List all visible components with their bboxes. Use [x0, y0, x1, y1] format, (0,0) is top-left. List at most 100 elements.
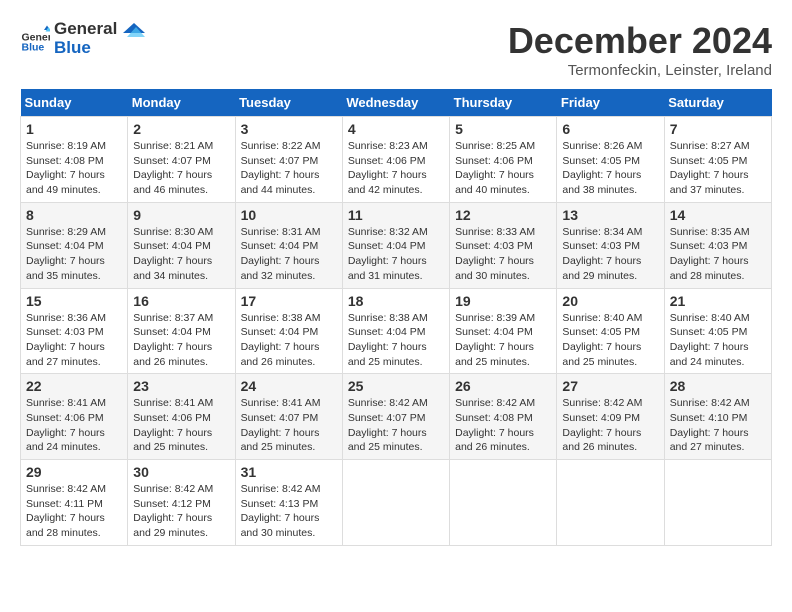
day-number: 11 — [348, 207, 444, 223]
calendar-cell: 17Sunrise: 8:38 AMSunset: 4:04 PMDayligh… — [235, 288, 342, 374]
header-sunday: Sunday — [21, 89, 128, 117]
day-info: Sunrise: 8:25 AMSunset: 4:06 PMDaylight:… — [455, 139, 551, 198]
logo: General Blue General Blue — [20, 20, 145, 57]
day-info: Sunrise: 8:31 AMSunset: 4:04 PMDaylight:… — [241, 225, 337, 284]
day-info: Sunrise: 8:38 AMSunset: 4:04 PMDaylight:… — [348, 311, 444, 370]
day-info: Sunrise: 8:42 AMSunset: 4:13 PMDaylight:… — [241, 482, 337, 541]
day-info: Sunrise: 8:40 AMSunset: 4:05 PMDaylight:… — [670, 311, 766, 370]
calendar-cell: 25Sunrise: 8:42 AMSunset: 4:07 PMDayligh… — [342, 374, 449, 460]
day-info: Sunrise: 8:41 AMSunset: 4:07 PMDaylight:… — [241, 396, 337, 455]
day-info: Sunrise: 8:38 AMSunset: 4:04 PMDaylight:… — [241, 311, 337, 370]
calendar-cell: 19Sunrise: 8:39 AMSunset: 4:04 PMDayligh… — [450, 288, 557, 374]
calendar-cell: 6Sunrise: 8:26 AMSunset: 4:05 PMDaylight… — [557, 117, 664, 203]
page-container: General Blue General Blue December 2024 … — [20, 20, 772, 546]
day-number: 26 — [455, 378, 551, 394]
logo-arrow-icon — [123, 23, 145, 45]
calendar-cell: 12 Sunrise: 8:33 AMSunset: 4:03 PMDayligh… — [450, 202, 557, 288]
day-info: Sunrise: 8:22 AMSunset: 4:07 PMDaylight:… — [241, 139, 337, 198]
day-info: Sunrise: 8:42 AMSunset: 4:09 PMDaylight:… — [562, 396, 658, 455]
day-number: 20 — [562, 293, 658, 309]
calendar-cell: 27 Sunrise: 8:42 AMSunset: 4:09 PMDayligh… — [557, 374, 664, 460]
day-number: 14 — [670, 207, 766, 223]
day-number: 7 — [670, 121, 766, 137]
calendar-week-4: 22Sunrise: 8:41 AMSunset: 4:06 PMDayligh… — [21, 374, 772, 460]
calendar-header-row: Sunday Monday Tuesday Wednesday Thursday… — [21, 89, 772, 117]
day-info: Sunrise: 8:26 AMSunset: 4:05 PMDaylight:… — [562, 139, 658, 198]
day-number: 12 — [455, 207, 551, 223]
day-info: Sunrise: 8:42 AMSunset: 4:10 PMDaylight:… — [670, 396, 766, 455]
calendar-week-5: 29 Sunrise: 8:42 AMSunset: 4:11 PMDayligh… — [21, 460, 772, 546]
calendar-cell — [664, 460, 771, 546]
calendar-week-2: 8 Sunrise: 8:29 AMSunset: 4:04 PMDaylight… — [21, 202, 772, 288]
calendar-cell: 7Sunrise: 8:27 AMSunset: 4:05 PMDaylight… — [664, 117, 771, 203]
day-info: Sunrise: 8:33 AMSunset: 4:03 PMDaylight:… — [455, 225, 551, 284]
calendar-cell: 14Sunrise: 8:35 AMSunset: 4:03 PMDayligh… — [664, 202, 771, 288]
calendar-cell: 4Sunrise: 8:23 AMSunset: 4:06 PMDaylight… — [342, 117, 449, 203]
calendar-cell — [450, 460, 557, 546]
calendar-cell: 2 Sunrise: 8:21 AMSunset: 4:07 PMDaylight… — [128, 117, 235, 203]
day-number: 16 — [133, 293, 229, 309]
title-section: December 2024 Termonfeckin, Leinster, Ir… — [508, 20, 772, 79]
calendar-cell: 31 Sunrise: 8:42 AMSunset: 4:13 PMDayligh… — [235, 460, 342, 546]
month-title: December 2024 — [508, 20, 772, 62]
logo-general: General — [54, 20, 117, 39]
day-info: Sunrise: 8:42 AMSunset: 4:08 PMDaylight:… — [455, 396, 551, 455]
day-info: Sunrise: 8:42 AMSunset: 4:11 PMDaylight:… — [26, 482, 122, 541]
day-number: 19 — [455, 293, 551, 309]
calendar-cell: 3 Sunrise: 8:22 AMSunset: 4:07 PMDaylight… — [235, 117, 342, 203]
day-info: Sunrise: 8:21 AMSunset: 4:07 PMDaylight:… — [133, 139, 229, 198]
day-info: Sunrise: 8:23 AMSunset: 4:06 PMDaylight:… — [348, 139, 444, 198]
calendar-cell: 20 Sunrise: 8:40 AMSunset: 4:05 PMDayligh… — [557, 288, 664, 374]
calendar-cell: 11 Sunrise: 8:32 AMSunset: 4:04 PMDayligh… — [342, 202, 449, 288]
calendar-cell: 18 Sunrise: 8:38 AMSunset: 4:04 PMDayligh… — [342, 288, 449, 374]
logo-blue: Blue — [54, 39, 117, 58]
day-info: Sunrise: 8:30 AMSunset: 4:04 PMDaylight:… — [133, 225, 229, 284]
day-info: Sunrise: 8:41 AMSunset: 4:06 PMDaylight:… — [133, 396, 229, 455]
header: General Blue General Blue December 2024 … — [20, 20, 772, 79]
day-number: 21 — [670, 293, 766, 309]
day-number: 28 — [670, 378, 766, 394]
header-monday: Monday — [128, 89, 235, 117]
day-number: 15 — [26, 293, 122, 309]
header-thursday: Thursday — [450, 89, 557, 117]
calendar-week-3: 15 Sunrise: 8:36 AMSunset: 4:03 PMDayligh… — [21, 288, 772, 374]
calendar-cell — [557, 460, 664, 546]
day-number: 9 — [133, 207, 229, 223]
calendar-cell: 15 Sunrise: 8:36 AMSunset: 4:03 PMDayligh… — [21, 288, 128, 374]
calendar-cell: 26 Sunrise: 8:42 AMSunset: 4:08 PMDayligh… — [450, 374, 557, 460]
header-wednesday: Wednesday — [342, 89, 449, 117]
day-number: 3 — [241, 121, 337, 137]
day-number: 13 — [562, 207, 658, 223]
calendar-cell: 30 Sunrise: 8:42 AMSunset: 4:12 PMDayligh… — [128, 460, 235, 546]
day-info: Sunrise: 8:34 AMSunset: 4:03 PMDaylight:… — [562, 225, 658, 284]
header-tuesday: Tuesday — [235, 89, 342, 117]
day-info: Sunrise: 8:42 AMSunset: 4:12 PMDaylight:… — [133, 482, 229, 541]
day-info: Sunrise: 8:36 AMSunset: 4:03 PMDaylight:… — [26, 311, 122, 370]
calendar-cell: 13 Sunrise: 8:34 AMSunset: 4:03 PMDayligh… — [557, 202, 664, 288]
day-info: Sunrise: 8:40 AMSunset: 4:05 PMDaylight:… — [562, 311, 658, 370]
calendar-cell: 23 Sunrise: 8:41 AMSunset: 4:06 PMDayligh… — [128, 374, 235, 460]
day-info: Sunrise: 8:32 AMSunset: 4:04 PMDaylight:… — [348, 225, 444, 284]
day-info: Sunrise: 8:29 AMSunset: 4:04 PMDaylight:… — [26, 225, 122, 284]
day-number: 29 — [26, 464, 122, 480]
day-number: 31 — [241, 464, 337, 480]
day-number: 2 — [133, 121, 229, 137]
calendar-cell: 22Sunrise: 8:41 AMSunset: 4:06 PMDayligh… — [21, 374, 128, 460]
day-number: 27 — [562, 378, 658, 394]
location-subtitle: Termonfeckin, Leinster, Ireland — [508, 62, 772, 79]
day-number: 5 — [455, 121, 551, 137]
day-info: Sunrise: 8:41 AMSunset: 4:06 PMDaylight:… — [26, 396, 122, 455]
day-number: 18 — [348, 293, 444, 309]
day-number: 30 — [133, 464, 229, 480]
calendar-cell: 29 Sunrise: 8:42 AMSunset: 4:11 PMDayligh… — [21, 460, 128, 546]
calendar-table: Sunday Monday Tuesday Wednesday Thursday… — [20, 89, 772, 546]
calendar-cell: 28 Sunrise: 8:42 AMSunset: 4:10 PMDayligh… — [664, 374, 771, 460]
day-number: 23 — [133, 378, 229, 394]
logo-icon: General Blue — [20, 24, 50, 54]
day-number: 8 — [26, 207, 122, 223]
calendar-cell: 16Sunrise: 8:37 AMSunset: 4:04 PMDayligh… — [128, 288, 235, 374]
calendar-cell: 5 Sunrise: 8:25 AMSunset: 4:06 PMDaylight… — [450, 117, 557, 203]
calendar-cell: 9 Sunrise: 8:30 AMSunset: 4:04 PMDaylight… — [128, 202, 235, 288]
calendar-week-1: 1Sunrise: 8:19 AMSunset: 4:08 PMDaylight… — [21, 117, 772, 203]
svg-text:Blue: Blue — [22, 41, 45, 53]
